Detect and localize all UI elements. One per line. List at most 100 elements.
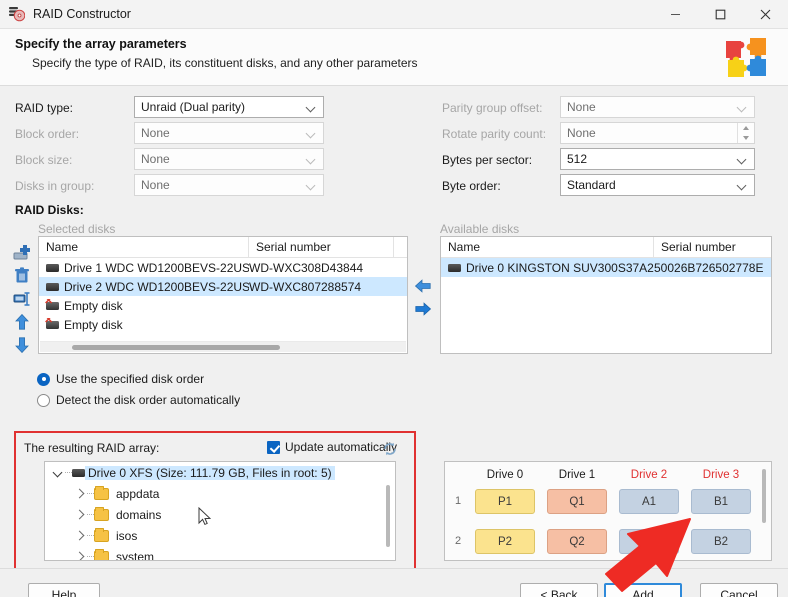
spinner-buttons[interactable] <box>737 123 754 143</box>
delete-disk-button[interactable] <box>9 264 35 287</box>
disks-in-group-label: Disks in group: <box>15 179 95 193</box>
grid-cell[interactable]: P2 <box>475 529 535 554</box>
tree-node-label: isos <box>116 528 138 543</box>
column-header-name[interactable]: Name <box>39 237 249 257</box>
table-row[interactable]: Empty disk <box>39 296 407 315</box>
tree-node-label: domains <box>116 507 162 522</box>
horizontal-scrollbar[interactable] <box>40 341 406 352</box>
block-order-combo: None <box>134 122 324 144</box>
tree-connector <box>87 493 94 494</box>
disk-tools-toolbar <box>9 241 35 356</box>
tree-node-folder[interactable]: domains <box>45 504 395 525</box>
raid-disks-section-label: RAID Disks: <box>15 203 84 217</box>
disk-icon <box>46 263 59 272</box>
raid-type-value: Unraid (Dual parity) <box>141 100 246 114</box>
disks-in-group-value: None <box>141 178 170 192</box>
tree-node-folder[interactable]: appdata <box>45 483 395 504</box>
refresh-icon[interactable] <box>382 441 398 457</box>
close-button[interactable] <box>743 0 788 29</box>
move-disk-up-button[interactable] <box>9 310 35 333</box>
grid-cell[interactable]: A1 <box>619 489 679 514</box>
selected-disks-list[interactable]: Name Serial number Drive 1 WDC WD1200BEV… <box>38 236 408 354</box>
minimize-button[interactable] <box>653 0 698 29</box>
selected-disks-caption: Selected disks <box>38 222 116 236</box>
update-automatically-checkbox[interactable] <box>267 440 280 454</box>
raid-constructor-window: RAID Constructor Specify the array param… <box>0 0 788 597</box>
detect-order-radio-row[interactable]: Detect the disk order automatically <box>37 393 240 407</box>
chevron-down-icon <box>738 103 747 112</box>
move-disk-down-button[interactable] <box>9 333 35 356</box>
column-header-serial[interactable]: Serial number <box>654 237 771 257</box>
tree-node-label: system <box>116 549 155 561</box>
table-row[interactable]: Empty disk <box>39 315 407 334</box>
scrollbar-thumb[interactable] <box>72 345 280 350</box>
grid-column-header: Drive 3 <box>702 469 740 481</box>
table-row[interactable]: Drive 2 WDC WD1200BEVS-22UST0 WD-WXC8072… <box>39 277 407 296</box>
disk-icon <box>46 282 59 291</box>
grid-cell[interactable]: Q1 <box>547 489 607 514</box>
spinner-down-icon[interactable] <box>738 133 754 143</box>
grid-cell[interactable]: B1 <box>691 489 751 514</box>
byte-order-value: Standard <box>567 178 616 192</box>
insert-empty-disk-button[interactable] <box>9 287 35 310</box>
red-callout-arrow <box>594 516 698 597</box>
maximize-button[interactable] <box>698 0 743 29</box>
move-to-available-button[interactable] <box>410 297 436 320</box>
disks-in-group-combo: None <box>134 174 324 196</box>
raid-type-label: RAID type: <box>15 101 74 115</box>
disk-name: Drive 2 WDC WD1200BEVS-22UST0 <box>64 279 249 294</box>
grid-column-header: Drive 2 <box>630 469 668 481</box>
tree-node-label: Drive 0 XFS (Size: 111.79 GB, Files in r… <box>85 465 335 480</box>
grid-vertical-scrollbar[interactable] <box>758 463 770 559</box>
detect-order-radio[interactable] <box>37 393 50 407</box>
raid-type-combo[interactable]: Unraid (Dual parity) <box>134 96 324 118</box>
help-button[interactable]: Help <box>28 583 100 597</box>
column-header-spacer <box>394 237 407 257</box>
tree-connector <box>87 514 94 515</box>
byte-order-combo[interactable]: Standard <box>560 174 755 196</box>
use-specified-order-radio-row[interactable]: Use the specified disk order <box>37 372 204 386</box>
column-header-serial[interactable]: Serial number <box>249 237 394 257</box>
available-disks-list[interactable]: Name Serial number Drive 0 KINGSTON SUV3… <box>440 236 772 354</box>
tree-node-folder[interactable]: isos <box>45 525 395 546</box>
add-disk-button[interactable] <box>9 241 35 264</box>
table-row[interactable]: Drive 1 WDC WD1200BEVS-22UST0 WD-WXC308D… <box>39 258 407 277</box>
spinner-up-icon[interactable] <box>738 123 754 133</box>
scrollbar-thumb[interactable] <box>386 485 390 547</box>
tree-vertical-scrollbar[interactable] <box>382 463 394 559</box>
update-automatically-checkbox-row[interactable]: Update automatically <box>267 440 397 454</box>
grid-cell[interactable]: P1 <box>475 489 535 514</box>
chevron-right-icon[interactable] <box>73 529 87 543</box>
use-specified-order-radio[interactable] <box>37 372 50 386</box>
grid-cell[interactable]: B2 <box>691 529 751 554</box>
disk-name: Drive 1 WDC WD1200BEVS-22UST0 <box>64 260 249 275</box>
parity-group-offset-label-row: Parity group offset: <box>442 97 543 119</box>
back-button[interactable]: < Back <box>520 583 598 597</box>
bytes-per-sector-value: 512 <box>567 152 588 166</box>
available-disks-caption: Available disks <box>440 222 520 236</box>
grid-column-header: Drive 0 <box>486 469 524 481</box>
scrollbar-thumb[interactable] <box>762 469 766 523</box>
rotate-parity-count-spinner[interactable]: None <box>560 122 755 144</box>
column-header-name[interactable]: Name <box>441 237 654 257</box>
tree-node-folder[interactable]: system <box>45 546 395 561</box>
disk-serial: 50026B726502778E <box>654 260 764 275</box>
tree-node-disk[interactable]: Drive 0 XFS (Size: 111.79 GB, Files in r… <box>45 462 395 483</box>
parity-grid-header: Drive 0 Drive 1 Drive 2 Drive 3 <box>469 469 761 481</box>
folder-icon <box>94 506 109 521</box>
bytes-per-sector-combo[interactable]: 512 <box>560 148 755 170</box>
resulting-array-tree[interactable]: Drive 0 XFS (Size: 111.79 GB, Files in r… <box>44 461 396 561</box>
cancel-button[interactable]: Cancel <box>700 583 778 597</box>
block-size-combo: None <box>134 148 324 170</box>
disk-serial: WD-WXC807288574 <box>249 279 362 294</box>
title-bar: RAID Constructor <box>0 0 788 29</box>
move-to-selected-button[interactable] <box>410 274 436 297</box>
chevron-right-icon[interactable] <box>73 550 87 561</box>
chevron-right-icon[interactable] <box>73 508 87 522</box>
chevron-right-icon[interactable] <box>73 487 87 501</box>
table-row[interactable]: Drive 0 KINGSTON SUV300S37A240G 50026B72… <box>441 258 771 277</box>
tree-connector <box>65 472 72 473</box>
chevron-down-icon[interactable] <box>51 466 65 480</box>
bytes-per-sector-label-row: Bytes per sector: <box>442 149 532 171</box>
page-header: Specify the array parameters Specify the… <box>0 29 788 86</box>
